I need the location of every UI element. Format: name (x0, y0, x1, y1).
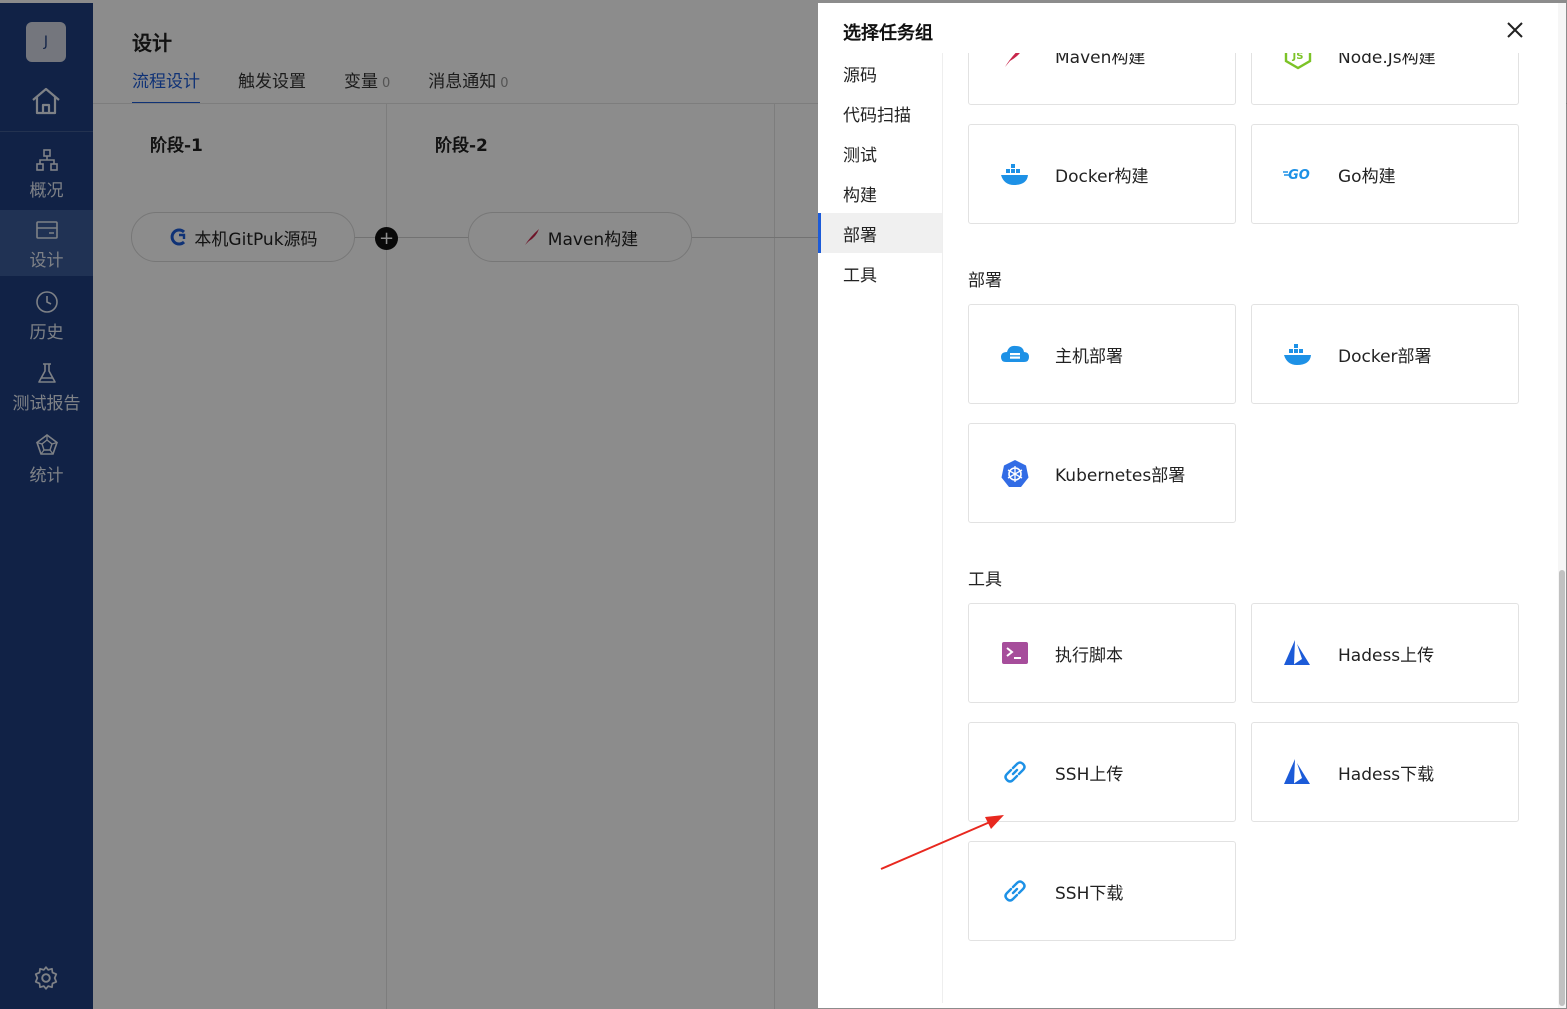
nodejs-icon: JS (1284, 53, 1312, 70)
link-icon (1004, 761, 1026, 783)
task-card-label: Docker部署 (1338, 346, 1432, 367)
docker-icon (1001, 164, 1028, 185)
category-tools[interactable]: 工具 (818, 253, 942, 293)
task-card-ssh-download[interactable]: SSH下载 (968, 841, 1236, 941)
task-card-list[interactable]: Maven构建 JS Node.Js构建 Docker构建 GO Go构建 部署… (943, 53, 1561, 1008)
hadess-icon (1284, 759, 1310, 784)
task-group-drawer: 选择任务组 源码 代码扫描 测试 构建 部署 工具 Maven构建 JS Nod… (818, 3, 1566, 1008)
task-card-label: Node.Js构建 (1338, 53, 1436, 68)
task-card-hadess-download[interactable]: Hadess下载 (1251, 722, 1519, 822)
task-card-ssh-upload[interactable]: SSH上传 (968, 722, 1236, 822)
cloud-server-icon (1001, 345, 1029, 362)
category-source[interactable]: 源码 (818, 53, 942, 93)
maven-feather-icon (1005, 53, 1020, 67)
task-card-nodejs[interactable]: JS Node.Js构建 (1251, 53, 1519, 105)
category-code-scan[interactable]: 代码扫描 (818, 93, 942, 133)
kubernetes-icon (1001, 460, 1029, 487)
task-card-docker-build[interactable]: Docker构建 (968, 124, 1236, 224)
task-card-run-script[interactable]: 执行脚本 (968, 603, 1236, 703)
task-card-label: 主机部署 (1055, 346, 1123, 367)
section-title-deploy: 部署 (968, 271, 1002, 291)
drawer-title: 选择任务组 (843, 23, 933, 44)
task-card-kubernetes-deploy[interactable]: Kubernetes部署 (968, 423, 1236, 523)
task-card-label: Docker构建 (1055, 166, 1149, 187)
docker-icon (1284, 344, 1311, 365)
task-card-label: Hadess下载 (1338, 764, 1435, 785)
svg-text:GO: GO (1288, 168, 1310, 183)
task-card-label: 执行脚本 (1055, 645, 1123, 666)
task-card-maven[interactable]: Maven构建 (968, 53, 1236, 105)
task-card-label: Kubernetes部署 (1055, 465, 1186, 486)
link-icon (1004, 880, 1026, 902)
svg-text:JS: JS (1292, 53, 1304, 62)
go-icon: GO (1283, 168, 1310, 183)
task-card-label: Maven构建 (1055, 53, 1146, 68)
task-card-label: SSH下载 (1055, 883, 1124, 904)
scrollbar-thumb[interactable] (1559, 570, 1565, 1006)
category-deploy[interactable]: 部署 (818, 213, 942, 253)
task-card-go-build[interactable]: GO Go构建 (1251, 124, 1519, 224)
task-card-docker-deploy[interactable]: Docker部署 (1251, 304, 1519, 404)
section-title-tools: 工具 (968, 570, 1002, 590)
task-card-label: SSH上传 (1055, 764, 1124, 785)
task-card-label: Hadess上传 (1338, 645, 1435, 666)
category-list: 源码 代码扫描 测试 构建 部署 工具 (818, 53, 942, 293)
task-card-host-deploy[interactable]: 主机部署 (968, 304, 1236, 404)
category-build[interactable]: 构建 (818, 173, 942, 213)
close-icon[interactable] (1504, 19, 1526, 41)
task-card-label: Go构建 (1338, 166, 1396, 187)
terminal-icon (1002, 642, 1028, 664)
hadess-icon (1284, 640, 1310, 665)
category-test[interactable]: 测试 (818, 133, 942, 173)
task-card-hadess-upload[interactable]: Hadess上传 (1251, 603, 1519, 703)
